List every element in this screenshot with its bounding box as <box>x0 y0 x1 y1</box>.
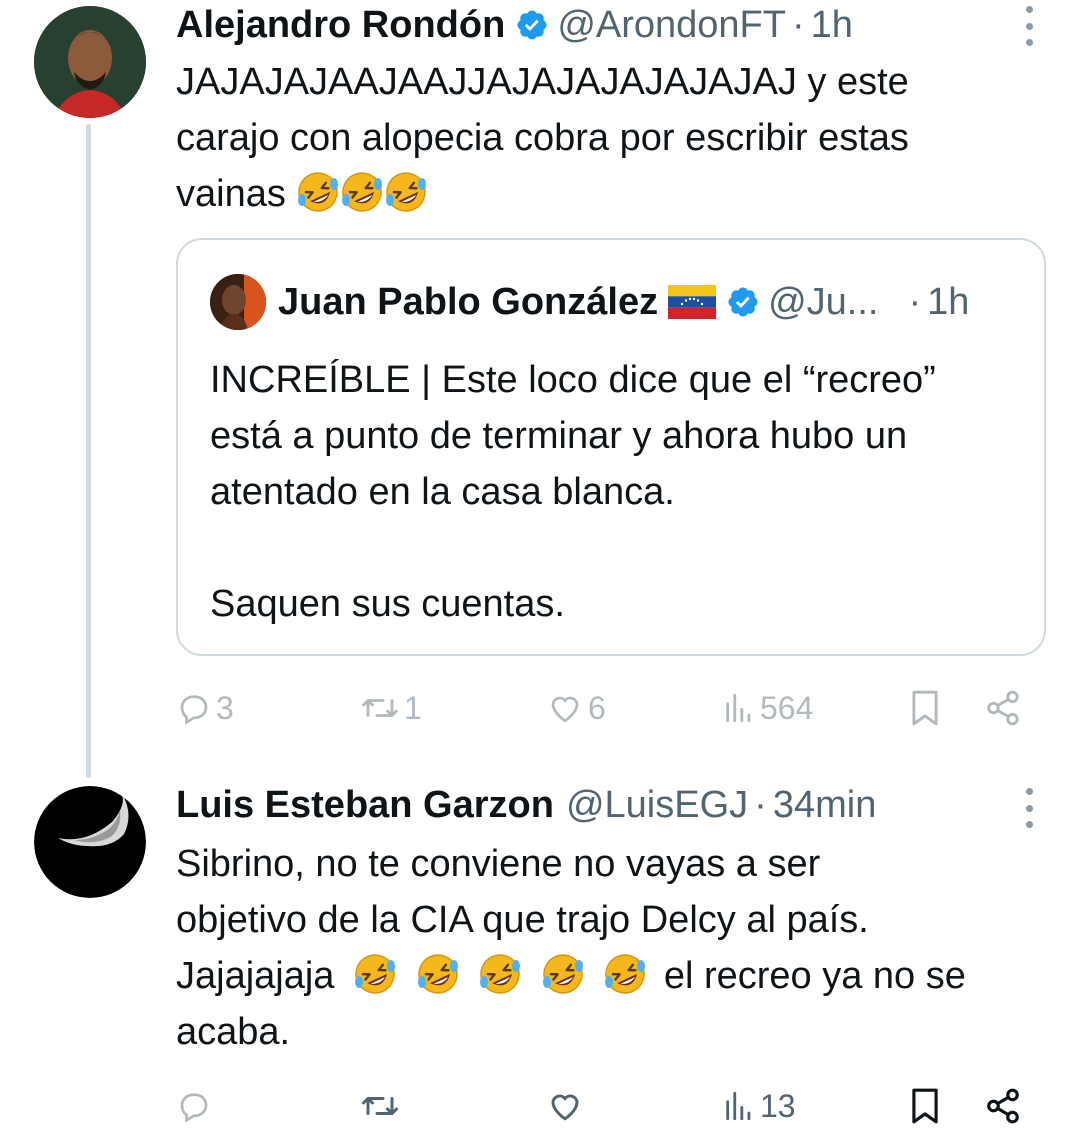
tweet-text: JAJAJAJAAJAAJJAJAJAJAJAJAJAJ y este cara… <box>176 54 909 222</box>
author-handle[interactable]: @LuisEGJ <box>566 784 748 827</box>
rolling-on-floor-laughing-emoji-icon <box>384 170 428 214</box>
tweet-text-fragment: Jajajajaja <box>176 955 335 997</box>
quoted-text-line: atentado en la casa blanca. <box>210 471 675 513</box>
tweet-text-fragment: el recreo ya no se <box>663 955 966 997</box>
tweet-text-line: Sibrino, no te conviene no vayas a ser <box>176 843 821 885</box>
share-icon <box>987 1088 1019 1124</box>
heart-icon <box>551 696 579 723</box>
tweet-header: Luis Esteban Garzon @LuisEGJ · 34min <box>176 780 876 830</box>
views-icon <box>726 1091 751 1121</box>
quoted-avatar[interactable] <box>210 274 266 330</box>
tweet-text-line: carajo con alopecia cobra por escribir e… <box>176 117 909 159</box>
author-handle[interactable]: @ArondonFT <box>557 4 786 47</box>
quoted-header: Juan Pablo González @Ju... · 1h <box>278 278 969 326</box>
venezuela-flag-icon <box>668 285 717 319</box>
share-button[interactable] <box>984 1076 1022 1128</box>
reply-count: 3 <box>216 689 234 726</box>
quoted-timestamp[interactable]: 1h <box>927 281 969 324</box>
rolling-on-floor-laughing-emoji-icon <box>416 952 460 996</box>
views-button[interactable]: 13 <box>722 1076 796 1128</box>
quoted-tweet[interactable]: Juan Pablo González @Ju... · 1h INCREÍBL… <box>176 238 1046 656</box>
repost-count: 1 <box>404 689 422 726</box>
quoted-author-name[interactable]: Juan Pablo González <box>278 281 658 324</box>
action-bar: 3 1 6 564 <box>176 678 1046 738</box>
more-options-icon[interactable] <box>1022 6 1036 46</box>
reply-icon <box>180 695 208 725</box>
quoted-text-blank-line <box>210 520 1030 576</box>
avatar-photo <box>34 6 146 118</box>
share-icon <box>987 690 1019 726</box>
quoted-author-handle[interactable]: @Ju... <box>768 281 878 324</box>
heart-icon <box>551 1094 579 1121</box>
rolling-on-floor-laughing-emoji-icon <box>296 170 340 214</box>
author-name[interactable]: Luis Esteban Garzon <box>176 784 554 827</box>
views-count: 13 <box>760 1087 796 1124</box>
separator-dot: · <box>791 3 805 46</box>
tweet-text-line: Jajajajaja el recreo ya no se <box>176 948 966 1004</box>
tweet-text-line: JAJAJAJAAJAAJJAJAJAJAJAJAJAJ y este <box>176 61 909 103</box>
like-button[interactable] <box>546 1076 584 1128</box>
tweet-text-line: objetivo de la CIA que trajo Delcy al pa… <box>176 899 869 941</box>
verified-badge-icon[interactable] <box>726 285 760 319</box>
reply-icon <box>180 1093 208 1123</box>
timestamp[interactable]: 1h <box>811 4 853 47</box>
bookmark-icon <box>912 1088 938 1124</box>
tweet-text-line: vainas <box>176 166 909 222</box>
views-button[interactable]: 564 <box>722 678 813 738</box>
author-name[interactable]: Alejandro Rondón <box>176 4 505 47</box>
repost-icon <box>362 699 398 717</box>
tweet-rondon[interactable]: Alejandro Rondón @ArondonFT · 1h JAJAJAJ… <box>0 0 1080 760</box>
rolling-on-floor-laughing-emoji-icon <box>541 952 585 996</box>
avatar[interactable] <box>34 6 146 118</box>
reply-button[interactable] <box>176 1076 212 1128</box>
views-icon <box>726 693 751 723</box>
quoted-avatar-photo <box>210 274 266 330</box>
repost-button[interactable] <box>360 1076 400 1128</box>
tweet-text: Sibrino, no te conviene no vayas a ser o… <box>176 836 966 1060</box>
separator-dot: · <box>754 783 767 826</box>
tweet-garzon[interactable]: Luis Esteban Garzon @LuisEGJ · 34min Sib… <box>0 780 1080 1128</box>
like-button[interactable]: 6 <box>546 678 606 738</box>
quoted-text-line: Saquen sus cuentas. <box>210 583 565 625</box>
reply-button[interactable]: 3 <box>176 678 234 738</box>
bookmark-icon <box>912 690 938 726</box>
rolling-on-floor-laughing-emoji-icon <box>603 952 647 996</box>
repost-icon <box>362 1097 398 1115</box>
action-bar: 13 <box>176 1076 1046 1128</box>
rolling-on-floor-laughing-emoji-icon <box>340 170 384 214</box>
tweet-text-fragment: vainas <box>176 173 286 215</box>
quoted-text-line: INCREÍBLE | Este loco dice que el “recre… <box>210 359 936 401</box>
share-button[interactable] <box>984 678 1022 738</box>
verified-badge-icon[interactable] <box>515 8 549 42</box>
rolling-on-floor-laughing-emoji-icon <box>478 952 522 996</box>
tweet-header: Alejandro Rondón @ArondonFT · 1h <box>176 0 853 50</box>
timestamp[interactable]: 34min <box>773 784 877 827</box>
repost-button[interactable]: 1 <box>360 678 422 738</box>
like-count: 6 <box>588 689 606 726</box>
quoted-tweet-text: INCREÍBLE | Este loco dice que el “recre… <box>210 352 1030 632</box>
separator-dot: · <box>908 280 922 323</box>
rolling-on-floor-laughing-emoji-icon <box>353 952 397 996</box>
views-count: 564 <box>760 689 814 726</box>
tweet-text-line: acaba. <box>176 1011 291 1053</box>
bookmark-button[interactable] <box>908 678 942 738</box>
more-options-icon[interactable] <box>1022 788 1036 828</box>
quoted-text-line: está a punto de terminar y ahora hubo un <box>210 415 908 457</box>
bookmark-button[interactable] <box>908 1076 942 1128</box>
